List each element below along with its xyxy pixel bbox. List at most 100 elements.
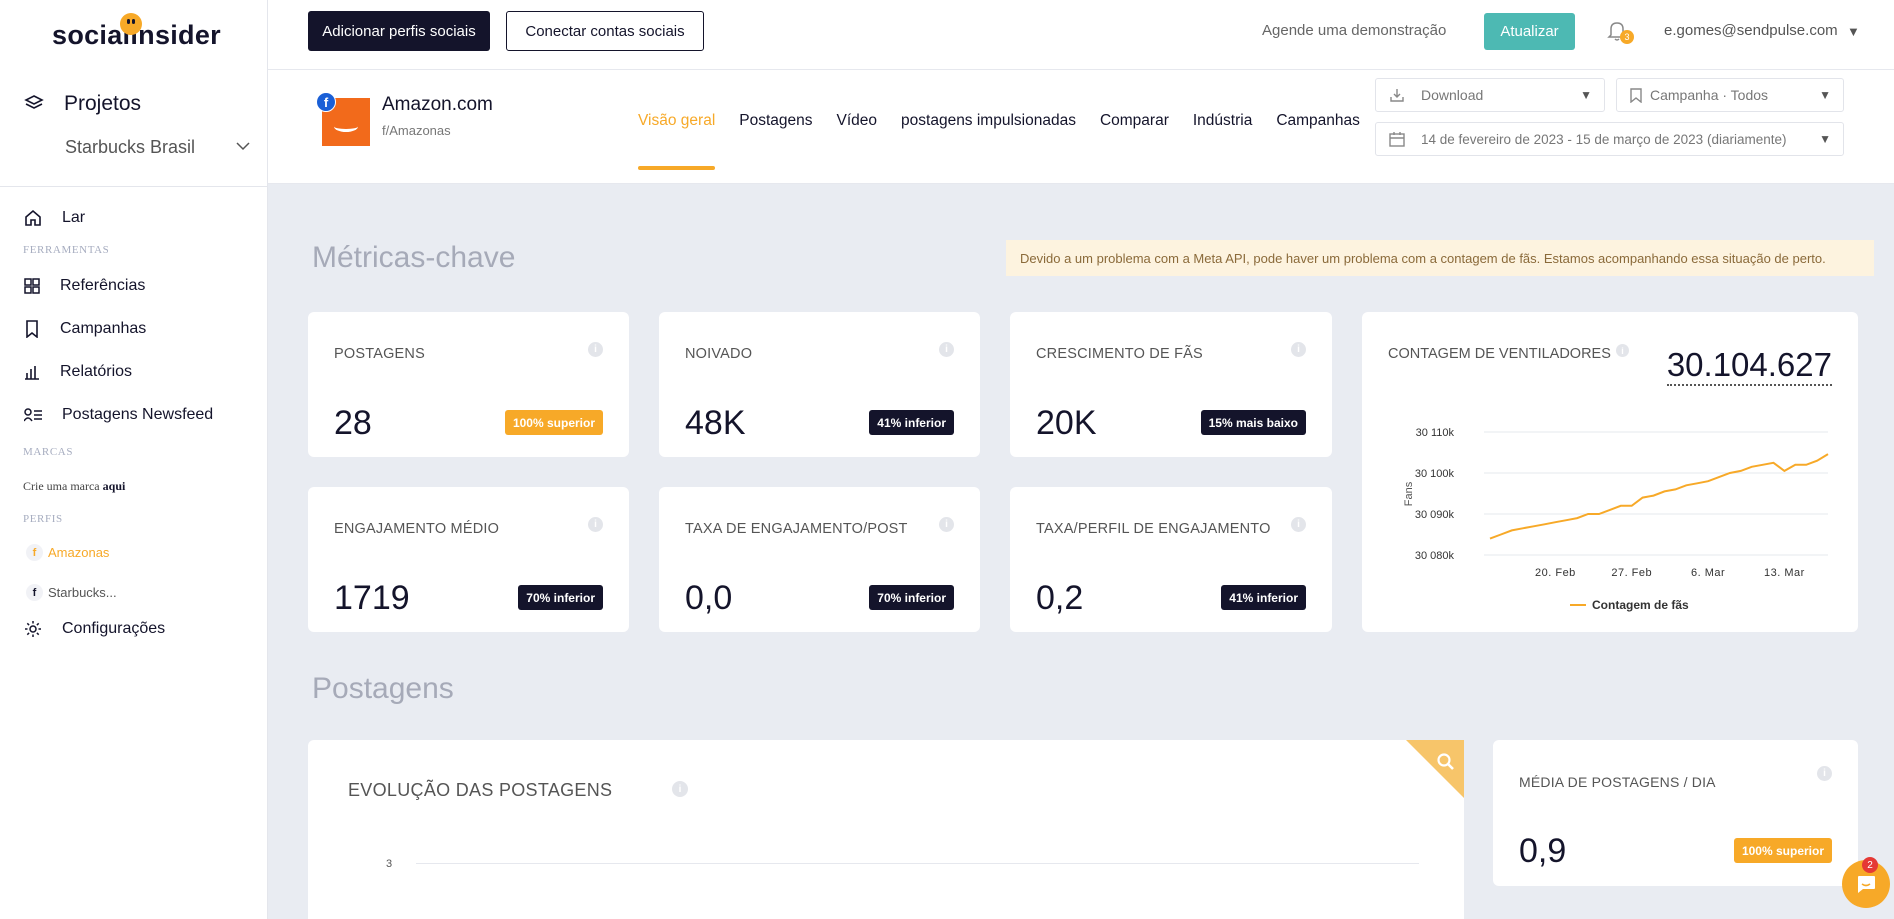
metric-card-engagement-rate-post: TAXA DE ENGAJAMENTO/POST i 0,0 70% infer… [659, 487, 980, 632]
sidebar: socialinsider Projetos Starbucks Brasil … [0, 0, 268, 919]
date-range-picker[interactable]: 14 de fevereiro de 2023 - 15 de março de… [1375, 122, 1844, 156]
schedule-demo-link[interactable]: Agende uma demonstração [1262, 22, 1446, 39]
sidebar-item-label: Lar [62, 209, 86, 226]
metric-value: 0,9 [1519, 832, 1567, 870]
logo-face-icon [120, 13, 142, 35]
caret-down-icon: ▼ [1819, 88, 1831, 102]
notification-badge: 3 [1620, 30, 1634, 44]
create-brand-here[interactable]: aqui [103, 479, 126, 493]
tab-campaigns[interactable]: Campanhas [1276, 112, 1360, 154]
sidebar-item-label: Postagens Newsfeed [62, 406, 214, 423]
download-icon [1390, 89, 1404, 102]
y-tick-label: 30 100k [1415, 468, 1455, 480]
info-icon[interactable]: i [1291, 517, 1306, 532]
project-selector[interactable]: Starbucks Brasil [65, 137, 195, 158]
caret-down-icon: ▼ [1580, 88, 1592, 102]
comparison-badge: 41% inferior [869, 410, 954, 435]
grid-icon [24, 278, 40, 294]
comparison-badge: 70% inferior [518, 585, 603, 610]
sidebar-divider [0, 186, 268, 187]
comparison-badge: 100% superior [1733, 838, 1832, 863]
info-icon[interactable]: i [1817, 766, 1832, 781]
profile-item-amazonas[interactable]: f Amazonas [26, 544, 109, 561]
metric-card-avg-engagement: ENGAJAMENTO MÉDIO i 1719 70% inferior [308, 487, 629, 632]
home-icon [25, 209, 41, 226]
profile-header: f Amazon.com f/Amazonas Visão geral Post… [268, 70, 1894, 184]
x-tick-label: 20. Feb [1535, 567, 1576, 579]
calendar-icon [1389, 132, 1405, 147]
metric-card-posts: POSTAGENS i 28 100% superior [308, 312, 629, 457]
info-icon[interactable]: i [939, 342, 954, 357]
layers-icon [24, 95, 44, 109]
newsfeed-icon [24, 408, 42, 422]
y-tick-label: 30 110k [1416, 427, 1455, 439]
profile-handle[interactable]: f/Amazonas [382, 123, 451, 138]
add-profiles-button[interactable]: Adicionar perfis sociais [308, 11, 490, 51]
projects-label: Projetos [64, 92, 142, 115]
caret-down-icon[interactable]: ▼ [1847, 24, 1860, 39]
tab-overview[interactable]: Visão geral [638, 112, 716, 170]
profile-item-starbucks[interactable]: f Starbucks... [26, 584, 117, 601]
metric-title: TAXA/PERFIL DE ENGAJAMENTO [1036, 521, 1271, 537]
info-icon[interactable]: i [939, 517, 954, 532]
info-icon[interactable]: i [1291, 342, 1306, 357]
info-icon[interactable]: i [588, 517, 603, 532]
sidebar-item-campaigns[interactable]: Campanhas [24, 320, 146, 338]
caret-down-icon: ▼ [1819, 132, 1831, 146]
upgrade-button[interactable]: Atualizar [1484, 13, 1575, 50]
metric-value: 1719 [334, 579, 410, 617]
sidebar-item-settings[interactable]: Configurações [24, 620, 165, 638]
bookmark-icon [1630, 87, 1642, 103]
sidebar-item-label: Campanhas [60, 320, 147, 337]
metric-value: 20K [1036, 404, 1097, 442]
grid-line [416, 863, 1419, 864]
sidebar-item-label: Configurações [62, 620, 166, 637]
download-dropdown[interactable]: Download ▼ [1375, 78, 1605, 112]
comparison-badge: 15% mais baixo [1200, 410, 1306, 435]
metric-title: TAXA DE ENGAJAMENTO/POST [685, 521, 908, 537]
posts-evolution-title: EVOLUÇÃO DAS POSTAGENS [348, 780, 613, 800]
date-range-label: 14 de fevereiro de 2023 - 15 de março de… [1421, 131, 1787, 147]
info-icon[interactable]: i [672, 781, 688, 797]
connect-accounts-button[interactable]: Conectar contas sociais [506, 11, 704, 51]
profile-item-label: Starbucks... [48, 585, 117, 600]
bar-chart-icon [25, 366, 39, 380]
sidebar-item-reports[interactable]: Relatórios [24, 363, 132, 381]
gear-icon [25, 621, 41, 637]
meta-api-notice: Devido a um problema com a Meta API, pod… [1006, 240, 1874, 276]
profile-tabs: Visão geral Postagens Vídeo postagens im… [638, 112, 1384, 170]
tab-industry[interactable]: Indústria [1193, 112, 1252, 154]
create-brand-link[interactable]: Crie uma marca aqui [23, 479, 125, 494]
chat-badge: 2 [1862, 857, 1878, 873]
sidebar-item-newsfeed[interactable]: Postagens Newsfeed [24, 406, 213, 424]
tab-video[interactable]: Vídeo [837, 112, 878, 154]
metric-value: 28 [334, 404, 372, 442]
x-tick-label: 13. Mar [1764, 567, 1805, 579]
section-profiles: PERFIS [23, 513, 63, 525]
create-brand-prefix: Crie uma marca [23, 479, 100, 493]
metric-title: CRESCIMENTO DE FÃS [1036, 346, 1203, 362]
avg-posts-per-day-card: MÉDIA DE POSTAGENS / DIA i 0,9 100% supe… [1493, 740, 1858, 886]
chevron-down-icon[interactable] [236, 142, 250, 151]
search-icon[interactable] [1436, 752, 1456, 772]
posts-evolution-card: EVOLUÇÃO DAS POSTAGENS i 3 [308, 740, 1464, 919]
tab-compare[interactable]: Comparar [1100, 112, 1169, 154]
campaign-label: Campanha · Todos [1650, 87, 1769, 103]
profile-item-label: Amazonas [48, 545, 110, 560]
facebook-badge-icon: f [316, 92, 336, 112]
user-email[interactable]: e.gomes@sendpulse.com [1664, 22, 1838, 39]
info-icon[interactable]: i [588, 342, 603, 357]
sidebar-item-benchmarks[interactable]: Referências [24, 277, 145, 295]
y-tick-label: 30 080k [1415, 550, 1455, 562]
campaign-dropdown[interactable]: Campanha · Todos ▼ [1616, 78, 1844, 112]
metric-card-engagement-rate-profile: TAXA/PERFIL DE ENGAJAMENTO i 0,2 41% inf… [1010, 487, 1332, 632]
sidebar-item-home[interactable]: Lar [24, 209, 85, 227]
profile-name: Amazon.com [382, 94, 493, 115]
metric-card-fan-growth: CRESCIMENTO DE FÃS i 20K 15% mais baixo [1010, 312, 1332, 457]
fans-line-chart: 30 080k 30 090k 30 100k 30 110k Fans 20. Feb 2… [1403, 427, 1829, 612]
tab-posts[interactable]: Postagens [739, 112, 812, 154]
x-tick-label: 27. Feb [1611, 567, 1652, 579]
comparison-badge: 41% inferior [1221, 585, 1306, 610]
projects-header[interactable]: Projetos [24, 92, 141, 116]
tab-boosted-posts[interactable]: postagens impulsionadas [901, 112, 1076, 154]
